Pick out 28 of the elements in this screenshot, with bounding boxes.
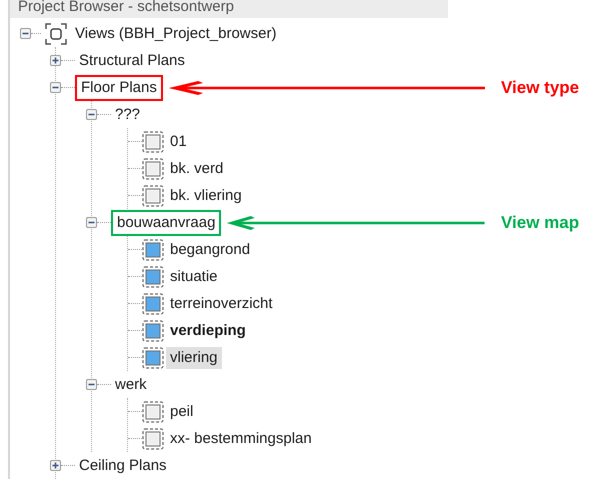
callout-label: View map <box>501 212 580 232</box>
panel-title: Project Browser - schetsontwerp <box>10 0 448 18</box>
tree-item[interactable]: werk <box>111 374 151 396</box>
collapse-icon[interactable] <box>86 379 97 390</box>
collapse-icon[interactable] <box>50 82 61 93</box>
collapse-icon[interactable] <box>86 109 97 120</box>
tree-item[interactable]: peil <box>166 400 198 422</box>
tree-item[interactable]: Views (BBH_Project_browser) <box>71 22 280 44</box>
tree-item[interactable]: vliering <box>166 346 222 368</box>
tree-item[interactable]: ??? <box>111 104 144 126</box>
tree-item[interactable]: terreinoverzicht <box>166 292 277 314</box>
tree-item[interactable]: Structural Plans <box>75 50 189 72</box>
tree-item[interactable]: Floor Plans <box>75 74 163 100</box>
tree-item[interactable]: situatie <box>166 266 222 288</box>
tree-item[interactable]: bouwaanvraag <box>111 210 222 236</box>
tree-item[interactable]: 01 <box>166 130 191 152</box>
tree-item[interactable]: bk. verd <box>166 158 228 180</box>
tree-item[interactable]: xx- bestemmingsplan <box>166 428 316 450</box>
tree-item[interactable]: begangrond <box>166 238 254 260</box>
collapse-icon[interactable] <box>20 28 31 39</box>
views-icon <box>45 22 67 44</box>
tree-item[interactable]: bk. vliering <box>166 184 246 206</box>
expand-icon[interactable] <box>50 460 61 471</box>
expand-icon[interactable] <box>50 55 61 66</box>
callout-label: View type <box>501 78 580 98</box>
tree-item[interactable]: Ceiling Plans <box>75 454 171 476</box>
tree-item[interactable]: verdieping <box>166 320 250 342</box>
collapse-icon[interactable] <box>86 217 97 228</box>
